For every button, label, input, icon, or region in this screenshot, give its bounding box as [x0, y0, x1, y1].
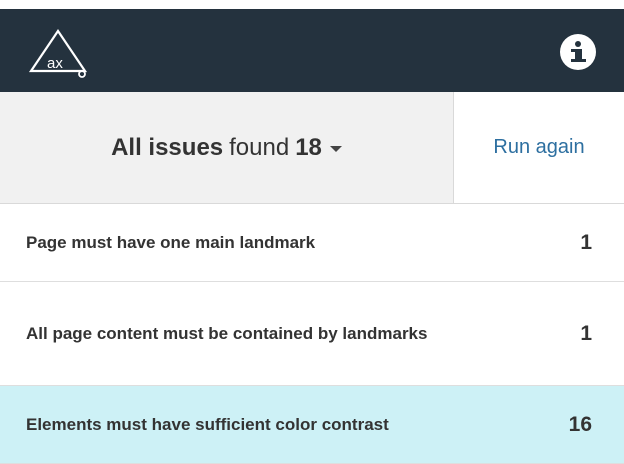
axe-logo-icon[interactable]: ax: [27, 28, 89, 78]
issue-count: 18: [295, 133, 322, 161]
issues-toolbar: All issues found 18 Run again: [0, 92, 624, 204]
issue-label: All page content must be contained by la…: [26, 323, 428, 343]
issue-row-region[interactable]: All page content must be contained by la…: [0, 282, 624, 386]
issue-label: Elements must have sufficient color cont…: [26, 414, 389, 434]
filter-label: All issues: [111, 133, 224, 161]
issue-label: Page must have one main landmark: [26, 232, 316, 252]
run-again-button[interactable]: Run again: [453, 92, 624, 203]
issue-list: Page must have one main landmark 1 All p…: [0, 204, 624, 464]
issue-count-badge: 1: [580, 321, 592, 345]
issue-row-color-contrast[interactable]: Elements must have sufficient color cont…: [0, 386, 624, 464]
issue-filter-dropdown[interactable]: All issues found 18: [0, 92, 453, 203]
issue-count-badge: 16: [568, 412, 592, 436]
panel-header: ax: [0, 9, 624, 92]
top-border: [0, 0, 624, 9]
svg-text:ax: ax: [47, 55, 63, 72]
chevron-down-icon: [329, 145, 342, 152]
filter-text: found: [229, 133, 290, 161]
issue-count-badge: 1: [580, 230, 592, 254]
info-icon[interactable]: [560, 34, 596, 70]
issue-row-main-landmark[interactable]: Page must have one main landmark 1: [0, 204, 624, 282]
axe-panel: ax All issues found 18 Run again Page mu…: [0, 0, 624, 464]
